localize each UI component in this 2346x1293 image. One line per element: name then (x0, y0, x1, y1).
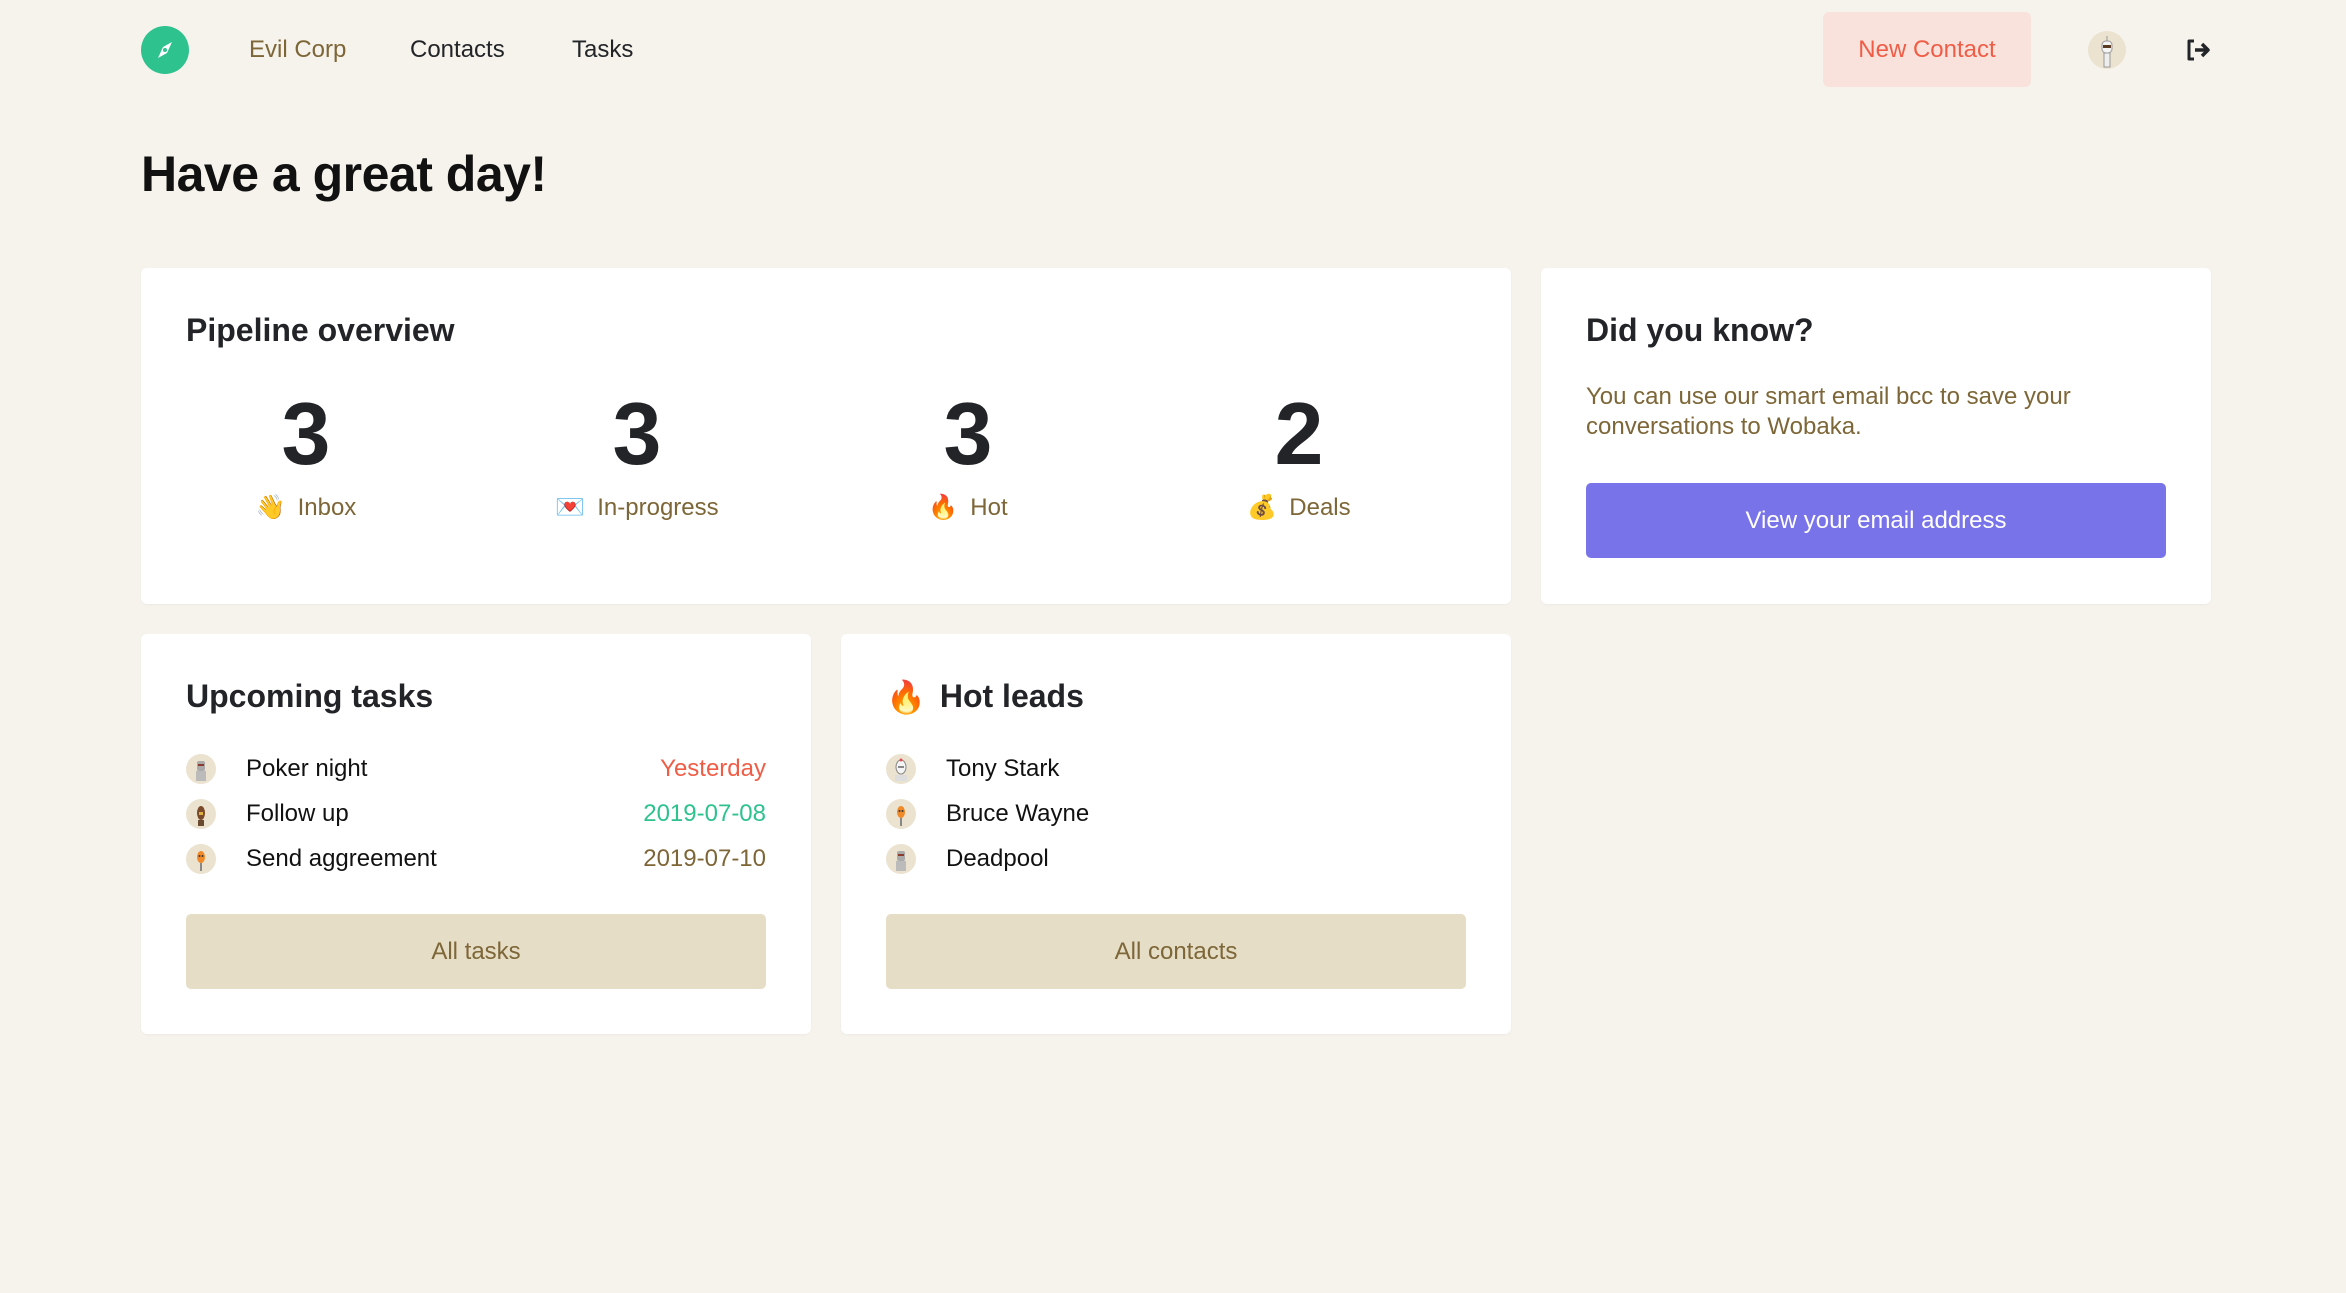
tasks-title: Upcoming tasks (186, 678, 434, 714)
logout-button[interactable] (2183, 35, 2213, 65)
task-row[interactable]: Send aggreement 2019-07-10 (186, 836, 766, 881)
task-row[interactable]: Poker night Yesterday (186, 746, 766, 791)
leads-title-wrap: 🔥 Hot leads (886, 678, 1084, 715)
tip-text: You can use our smart email bcc to save … (1586, 383, 2071, 440)
pipeline-title: Pipeline overview (186, 312, 455, 348)
view-email-address-button[interactable]: View your email address (1586, 483, 2166, 558)
tip-title: Did you know? (1586, 312, 1814, 348)
task-date: Yesterday (660, 754, 766, 782)
stat-value: 3 (943, 384, 993, 483)
robot-avatar-icon (197, 805, 205, 826)
robot-avatar-icon (197, 850, 205, 871)
task-name: Follow up (246, 799, 349, 827)
did-you-know-card: Did you know? You can use our smart emai… (1541, 268, 2211, 604)
lead-row[interactable]: Bruce Wayne (886, 791, 1466, 836)
task-row[interactable]: Follow up 2019-07-08 (186, 791, 766, 836)
avatar (886, 798, 916, 829)
robot-avatar-icon (895, 758, 907, 781)
lead-name: Tony Stark (946, 754, 1060, 782)
nav-link-tasks[interactable]: Tasks (572, 33, 633, 67)
avatar (886, 753, 916, 784)
compass-icon (158, 42, 172, 58)
task-name: Send aggreement (246, 844, 437, 872)
task-date: 2019-07-08 (643, 799, 766, 827)
nav-link-contacts[interactable]: Contacts (410, 33, 505, 67)
robot-avatar-icon (897, 805, 905, 826)
upcoming-tasks-card: Upcoming tasks Poker night Yesterday Fol… (141, 634, 811, 1034)
stat-label: Inbox (297, 494, 357, 521)
task-date: 2019-07-10 (643, 844, 766, 872)
avatar (886, 843, 916, 874)
robot-avatar-icon (196, 760, 206, 781)
fire-icon: 🔥 (886, 678, 926, 715)
pipeline-stat-in-progress[interactable]: 3 💌 In-progress (472, 388, 802, 522)
stat-value: 3 (612, 384, 662, 483)
hot-leads-card: 🔥 Hot leads Tony Stark Bruce Wayne Deadp… (841, 634, 1511, 1034)
avatar (186, 753, 216, 784)
pipeline-stat-deals[interactable]: 2 💰 Deals (1134, 388, 1464, 522)
stat-value: 3 (281, 384, 331, 483)
new-contact-button[interactable]: New Contact (1823, 12, 2031, 87)
avatar (186, 798, 216, 829)
stat-label: Deals (1289, 494, 1351, 521)
sign-out-icon (2187, 39, 2210, 61)
user-avatar[interactable] (2088, 31, 2126, 69)
money-bag-icon: 💰 (1247, 494, 1278, 521)
pipeline-overview-card: Pipeline overview 3 👋 Inbox 3 💌 In-progr… (141, 268, 1511, 604)
top-nav: Evil Corp Contacts Tasks New Contact (0, 0, 2346, 100)
waving-hand-icon: 👋 (255, 494, 286, 521)
robot-avatar-icon (896, 850, 906, 871)
all-contacts-button[interactable]: All contacts (886, 914, 1466, 989)
all-tasks-button[interactable]: All tasks (186, 914, 766, 989)
stat-value: 2 (1274, 384, 1324, 483)
task-name: Poker night (246, 754, 368, 782)
lead-row[interactable]: Tony Stark (886, 746, 1466, 791)
page-title: Have a great day! (141, 146, 547, 202)
lead-name: Deadpool (946, 844, 1049, 872)
lead-name: Bruce Wayne (946, 799, 1090, 827)
nav-link-organization[interactable]: Evil Corp (249, 33, 346, 67)
leads-title: Hot leads (939, 678, 1084, 714)
logo[interactable] (141, 26, 189, 74)
love-letter-icon: 💌 (555, 494, 586, 521)
task-list: Poker night Yesterday Follow up 2019-07-… (186, 746, 766, 881)
robot-avatar-icon (2101, 36, 2113, 68)
stat-label: Hot (970, 494, 1008, 521)
lead-row[interactable]: Deadpool (886, 836, 1466, 881)
pipeline-stat-inbox[interactable]: 3 👋 Inbox (141, 388, 471, 522)
lead-list: Tony Stark Bruce Wayne Deadpool (886, 746, 1466, 881)
avatar (186, 843, 216, 874)
pipeline-stat-hot[interactable]: 3 🔥 Hot (803, 388, 1133, 522)
stat-label: In-progress (597, 494, 719, 521)
fire-icon: 🔥 (928, 494, 959, 521)
